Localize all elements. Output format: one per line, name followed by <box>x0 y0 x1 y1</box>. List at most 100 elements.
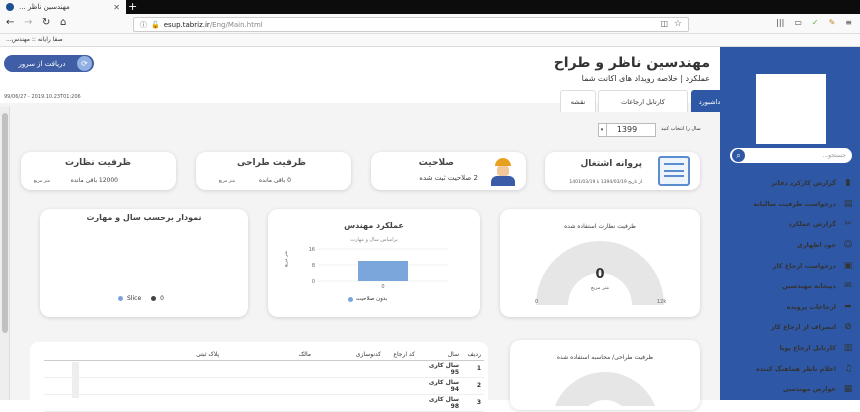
chevron-down-icon[interactable]: ▾ <box>598 123 607 137</box>
supervision-capacity-title: ظرفیت نظارت <box>64 158 131 168</box>
search-icon[interactable]: ⌕ <box>732 149 745 162</box>
menu-icon[interactable]: ≡ <box>845 18 852 27</box>
fetch-from-server-button[interactable]: دریافت از سرور ⟳ <box>4 55 94 72</box>
y-tick-label: 8 <box>312 263 315 269</box>
gauge-value: 0 <box>595 267 605 282</box>
pie-legend-dot-slice <box>118 296 123 301</box>
sidebar-item-label: عوارض مهندسی <box>782 385 836 394</box>
browser-tools: ||| ▭ ✓ ✎ ≡ <box>776 18 852 27</box>
sidebar-item-file-referrals[interactable]: ارجاعات پرونده ➦ <box>722 297 858 318</box>
cell-row: 1 <box>462 360 484 378</box>
supervision-capacity-value: 12000 باقی مانده <box>70 177 118 184</box>
pocket-icon[interactable]: ◫ <box>660 19 668 28</box>
app-page: مهندسین ناظر و طراح عملکرد | خلاصه رویدا… <box>0 47 860 412</box>
engineer-perf-bar-chart: 16 8 0 0 <box>309 247 448 289</box>
library-icon[interactable]: ||| <box>776 18 784 27</box>
sidebar-item-engineering-fees[interactable]: عوارض مهندسی ▦ <box>722 379 858 400</box>
sidebar-item-dynamic-referral[interactable]: کارتابل ارجاع پویا ▥ <box>722 338 858 359</box>
main-content: مهندسین ناظر و طراح عملکرد | خلاصه رویدا… <box>0 47 728 412</box>
tab-strip: مهندسین ناظر ... ✕ + <box>0 0 860 14</box>
design-gauge-track <box>554 372 656 406</box>
bookmarks-bar: صفا رایانه :: مهندس... <box>0 34 860 47</box>
design-capacity-unit: متر مربع <box>218 179 235 184</box>
gauge-min: 0 <box>535 299 539 305</box>
server-icon: ⟳ <box>77 56 92 71</box>
sidebar-item-label: خود اظهاری <box>796 241 836 250</box>
info-icon[interactable]: ⓘ <box>140 20 147 30</box>
sidebar-menu: گزارش کارکرد دفاتر ▮ درخواست ظرفیت سالیان… <box>722 173 858 400</box>
extension-icon[interactable]: ✓ <box>812 18 819 27</box>
form-icon: ▣ <box>843 260 853 271</box>
sidebar-item-label: گزارش کارکرد دفاتر <box>771 179 836 188</box>
design-capacity-value: 0 باقی مانده <box>258 177 291 184</box>
search-input[interactable]: جستجو... ⌕ <box>730 148 852 163</box>
col-owner[interactable]: مالک <box>222 350 314 361</box>
forward-icon[interactable]: → <box>24 17 32 28</box>
gauge-max: 12k <box>657 299 667 305</box>
sidebar-item-cancel-referral[interactable]: انصراف از ارجاع کار ⊘ <box>722 317 858 338</box>
supervision-capacity-unit: متر مربع <box>33 179 50 184</box>
bookmark-star-icon[interactable]: ☆ <box>674 19 682 29</box>
cell-year: سال کاری 94 <box>418 377 462 395</box>
new-tab-button[interactable]: + <box>128 0 137 14</box>
y-tick-label: 16 <box>309 247 315 253</box>
list-icon: ▦ <box>843 384 853 395</box>
mail-icon: ✉ <box>844 281 852 292</box>
bar[interactable] <box>358 261 408 281</box>
tab-title: مهندسین ناظر ... <box>19 3 70 11</box>
y-tick-label: 0 <box>312 279 315 285</box>
cell-row: 3 <box>462 394 484 412</box>
close-tab-icon[interactable]: ✕ <box>113 3 120 12</box>
sidebar-item-request-referral[interactable]: درخواست ارجاع کار ▣ <box>722 255 858 276</box>
back-icon[interactable]: ← <box>6 17 14 28</box>
page-subtitle: عملکرد | خلاصه رویداد های اکانت شما <box>581 74 710 83</box>
tab-map[interactable]: نقشه <box>560 90 596 112</box>
page-title: مهندسین ناظر و طراح <box>553 55 710 71</box>
bookmark-item[interactable]: صفا رایانه :: مهندس... <box>6 36 63 43</box>
table-row[interactable]: 3 سال کاری 98 <box>44 394 484 412</box>
tab-referrals[interactable]: کارتابل ارجاعات <box>598 90 688 112</box>
browser-tab[interactable]: مهندسین ناظر ... ✕ <box>0 0 126 14</box>
tools-icon: ✂ <box>844 219 852 230</box>
browser-toolbar: ← → ↻ ⌂ ⓘ 🔓 esup.tabriz.ir /Eng/Main.htm… <box>0 14 860 34</box>
sidebar-item-annual-capacity[interactable]: درخواست ظرفیت سالیانه ▤ <box>722 194 858 215</box>
fetch-label: دریافت از سرور <box>18 59 66 68</box>
cell-year: سال کاری 98 <box>418 394 462 412</box>
insecure-lock-icon[interactable]: 🔓 <box>151 21 160 29</box>
sidebar-toggle-icon[interactable]: ▭ <box>794 18 802 27</box>
col-year[interactable]: سال <box>418 350 462 361</box>
license-card: پروانه اشتغال از تاریخ 1394/03/19 تا 140… <box>545 152 700 190</box>
gauge-title: ظرفیت نظارت استفاده شده <box>564 223 636 230</box>
col-row[interactable]: ردیف <box>462 350 484 361</box>
col-plaque[interactable]: پلاک ثبتی <box>44 350 222 361</box>
table-row[interactable]: 1 سال کاری 95 <box>44 360 484 378</box>
gauge-unit: متر مربع <box>590 285 610 291</box>
reload-icon[interactable]: ↻ <box>42 17 50 28</box>
legend-dot <box>348 296 353 302</box>
url-path: /Eng/Main.html <box>209 20 263 29</box>
table-header-row: ردیف سال کد ارجاع کدنوسازی مالک پلاک ثبت… <box>44 350 484 361</box>
col-ref-code[interactable]: کد ارجاع <box>384 350 418 361</box>
extension2-icon[interactable]: ✎ <box>829 18 836 27</box>
sidebar-item-performance[interactable]: گزارش عملکرد ✂ <box>722 214 858 235</box>
design-gauge-chart <box>554 372 656 406</box>
design-capacity-card: ظرفیت طراحی 0 باقی مانده متر مربع <box>196 152 351 190</box>
site-favicon-icon <box>6 3 14 11</box>
sidebar-item-label: درخواست ارجاع کار <box>772 261 836 270</box>
license-title: پروانه اشتغال <box>580 159 642 169</box>
home-icon[interactable]: ⌂ <box>60 17 66 28</box>
engineer-perf-subtitle: براساس سال و مهارت <box>350 237 398 243</box>
sidebar-item-coordinator[interactable]: اعلام ناظر هماهنگ کننده ♫ <box>722 358 858 379</box>
col-renew-code[interactable]: کدنوسازی <box>314 350 384 361</box>
page-scrollbar[interactable] <box>0 107 10 400</box>
share-icon: ➦ <box>844 301 852 312</box>
address-bar[interactable]: ⓘ 🔓 esup.tabriz.ir /Eng/Main.html ◫ ☆ <box>133 17 689 32</box>
sidebar-item-office-report[interactable]: گزارش کارکرد دفاتر ▮ <box>722 173 858 194</box>
table-row[interactable]: 2 سال کاری 94 <box>44 377 484 395</box>
engineer-performance-card: عملکرد مهندس براساس سال و مهارت متر مربع… <box>268 209 480 317</box>
license-dates: از تاریخ 1394/03/19 تا 1401/03/19 <box>569 180 642 185</box>
sidebar-item-self-declare[interactable]: خود اظهاری ☺ <box>722 235 858 256</box>
referrals-table: ردیف سال کد ارجاع کدنوسازی مالک پلاک ثبت… <box>44 350 484 412</box>
scrollbar-thumb[interactable] <box>2 113 8 333</box>
sidebar-item-secretariat[interactable]: دیپخانه مهندسین ✉ <box>722 276 858 297</box>
